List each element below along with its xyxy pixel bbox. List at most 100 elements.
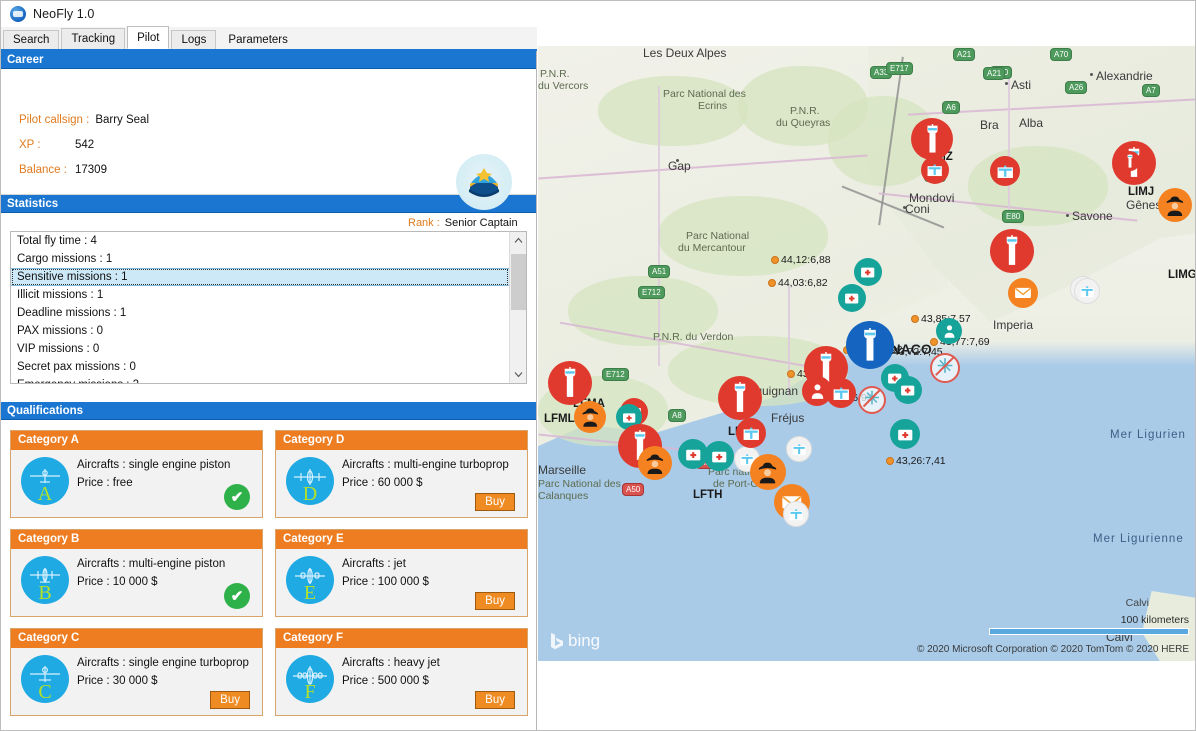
- control-tower-icon[interactable]: [846, 321, 894, 369]
- map-waypoint-dot[interactable]: [911, 315, 919, 323]
- multi-engine-piston-icon: B: [21, 556, 69, 604]
- no-fly-icon[interactable]: [930, 353, 960, 383]
- control-tower-icon[interactable]: [718, 376, 762, 420]
- person-hat-icon[interactable]: [638, 446, 672, 480]
- pilot-callsign-value: Barry Seal: [95, 114, 149, 126]
- bing-logo[interactable]: bing: [550, 631, 600, 651]
- medical-icon[interactable]: [854, 258, 882, 286]
- statistics-scrollbar[interactable]: [509, 232, 526, 383]
- person-icon[interactable]: [936, 318, 962, 344]
- list-item[interactable]: Deadline missions : 1: [11, 304, 509, 322]
- map-scale-bar: 100 kilometers: [989, 614, 1189, 635]
- tab-tracking[interactable]: Tracking: [61, 28, 125, 49]
- map-city-dot: [1005, 82, 1008, 85]
- qualification-card-a: Category A A Aircrafts : single engine p…: [10, 430, 263, 518]
- map-waypoint-dot[interactable]: [930, 338, 938, 346]
- qualification-letter: B: [21, 583, 69, 603]
- person-hat-icon[interactable]: [1158, 188, 1192, 222]
- cargo-box-icon[interactable]: [783, 501, 809, 527]
- map-label-calvi: Calvi: [1126, 597, 1149, 609]
- map-label: Savone: [1072, 209, 1113, 223]
- qualification-aircrafts: Aircrafts : multi-engine turboprop: [342, 459, 509, 471]
- owned-check-icon: ✔: [224, 583, 250, 609]
- envelope-icon[interactable]: [1008, 278, 1038, 308]
- map-label: Mondovi: [909, 191, 954, 205]
- qualification-letter: C: [21, 682, 69, 702]
- rank-row: Rank :Senior Captain: [408, 217, 518, 229]
- map-waypoint-dot[interactable]: [787, 370, 795, 378]
- cargo-box-icon[interactable]: [786, 436, 812, 462]
- cargo-box-icon[interactable]: [736, 418, 766, 448]
- statistics-list-box[interactable]: Total fly time : 4 Cargo missions : 1 Se…: [10, 231, 527, 384]
- control-tower-icon[interactable]: [911, 118, 953, 160]
- qualification-letter: D: [286, 484, 334, 504]
- cargo-box-icon[interactable]: [1074, 278, 1100, 304]
- pilot-callsign-label: Pilot callsign :: [19, 114, 89, 126]
- career-section-header: Career: [1, 51, 536, 69]
- list-item[interactable]: Emergency missions : 2: [11, 376, 509, 383]
- list-item[interactable]: VIP missions : 0: [11, 340, 509, 358]
- highway-shield: A50: [622, 483, 644, 496]
- map-label: LFML: [544, 413, 575, 425]
- control-tower-icon[interactable]: [990, 229, 1034, 273]
- buy-button[interactable]: Buy: [475, 592, 515, 610]
- list-item[interactable]: PAX missions : 0: [11, 322, 509, 340]
- map-coordinate-label: 43,26:7,41: [896, 455, 946, 467]
- map-label: Imperia: [993, 318, 1033, 332]
- scroll-up-icon[interactable]: [510, 232, 527, 249]
- pilot-cap-icon: [456, 154, 512, 210]
- qualification-card-b: Category B B Aircrafts : multi-engine pi…: [10, 529, 263, 617]
- qualification-title: Category E: [276, 530, 527, 549]
- tab-pilot[interactable]: Pilot: [127, 26, 169, 49]
- tab-parameters[interactable]: Parameters: [218, 30, 296, 49]
- control-tower-icon[interactable]: [548, 361, 592, 405]
- list-item[interactable]: Secret pax missions : 0: [11, 358, 509, 376]
- map-scale-label: 100 kilometers: [989, 614, 1189, 626]
- no-fly-icon[interactable]: [858, 386, 886, 414]
- map-label: LFTH: [693, 489, 722, 501]
- highway-shield: A70: [1050, 48, 1072, 61]
- person-hat-icon[interactable]: [574, 401, 606, 433]
- map-label: Parc National: [686, 230, 749, 242]
- map-label: P.N.R. du Verdon: [653, 331, 733, 343]
- qualification-card-d: Category D D Aircrafts : multi-engine tu…: [275, 430, 528, 518]
- scroll-down-icon[interactable]: [510, 366, 527, 383]
- person-hat-icon[interactable]: [750, 454, 786, 490]
- map-label: Alexandrie: [1096, 69, 1153, 83]
- single-engine-turboprop-icon: C: [21, 655, 69, 703]
- cargo-box-icon[interactable]: [921, 156, 949, 184]
- xp-label: XP :: [19, 139, 41, 151]
- map-label: LIMJ: [1128, 186, 1154, 198]
- control-tower-icon[interactable]: [1120, 151, 1140, 171]
- buy-button[interactable]: Buy: [475, 493, 515, 511]
- map-waypoint-dot[interactable]: [768, 279, 776, 287]
- medical-icon[interactable]: [894, 376, 922, 404]
- map-label: Marseille: [538, 463, 586, 477]
- map-label: Bra: [980, 118, 999, 132]
- tab-tracking-label: Tracking: [71, 33, 115, 45]
- medical-icon[interactable]: [890, 419, 920, 449]
- map-label: du Queyras: [776, 117, 830, 129]
- tab-search[interactable]: Search: [3, 30, 59, 49]
- buy-button[interactable]: Buy: [475, 691, 515, 709]
- neofly-logo-icon: [10, 6, 26, 22]
- list-item-selected[interactable]: Sensitive missions : 1: [11, 268, 509, 286]
- cargo-box-icon[interactable]: [990, 156, 1020, 186]
- list-item[interactable]: Illicit missions : 1: [11, 286, 509, 304]
- list-item[interactable]: Total fly time : 4: [11, 232, 509, 250]
- qualification-title: Category B: [11, 530, 262, 549]
- map-coordinate-label: 44,12:6,88: [781, 254, 831, 266]
- bing-map[interactable]: E70 A21 A26 A7 A70 A33 A21 E717 A6 E74 E…: [538, 46, 1196, 661]
- scrollbar-thumb[interactable]: [511, 254, 526, 310]
- map-label: Parc National des: [663, 88, 746, 100]
- medical-icon[interactable]: [838, 284, 866, 312]
- cargo-box-icon[interactable]: [826, 378, 856, 408]
- tab-logs[interactable]: Logs: [171, 30, 216, 49]
- buy-button[interactable]: Buy: [210, 691, 250, 709]
- list-item[interactable]: Cargo missions : 1: [11, 250, 509, 268]
- statistics-list[interactable]: Total fly time : 4 Cargo missions : 1 Se…: [11, 232, 509, 383]
- map-waypoint-dot[interactable]: [886, 457, 894, 465]
- map-road: [1008, 66, 1010, 216]
- map-waypoint-dot[interactable]: [771, 256, 779, 264]
- medical-icon[interactable]: [704, 441, 734, 471]
